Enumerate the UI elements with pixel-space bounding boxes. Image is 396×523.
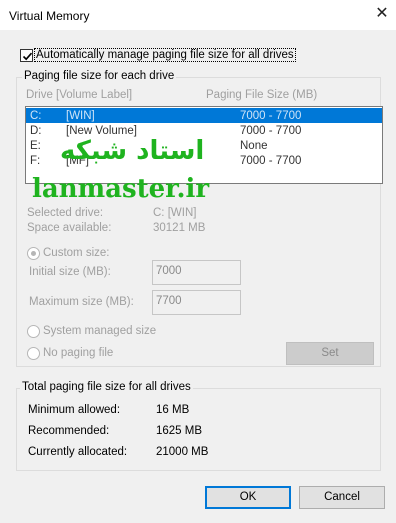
initial-size-value: 7000 (156, 265, 182, 277)
initial-size-input[interactable]: 7000 (152, 260, 241, 285)
drive-row-c-letter: C: (30, 110, 42, 122)
auto-manage-label: Automatically manage paging file size fo… (36, 49, 294, 61)
system-managed-label: System managed size (43, 325, 157, 337)
no-paging-label: No paging file (43, 347, 114, 359)
selected-drive-value: C: [WIN] (153, 207, 197, 219)
ok-button-label: OK (239, 491, 257, 503)
selected-drive-label: Selected drive: (27, 207, 104, 219)
minimum-allowed-label: Minimum allowed: (28, 404, 121, 416)
set-button[interactable]: Set (286, 342, 374, 365)
checkmark-icon (22, 52, 33, 61)
recommended-label: Recommended: (28, 425, 110, 437)
drive-row-f-letter[interactable]: F: (30, 155, 40, 167)
paging-group-label: Paging file size for each drive (22, 70, 177, 82)
minimum-allowed-value: 16 MB (156, 404, 190, 416)
cancel-button[interactable]: Cancel (299, 486, 385, 509)
column-header-size: Paging File Size (MB) (206, 89, 318, 101)
column-header-drive: Drive [Volume Label] (26, 89, 133, 101)
close-icon[interactable]: ✕ (374, 5, 390, 23)
initial-size-label: Initial size (MB): (29, 266, 111, 278)
drive-row-e-size: None (240, 140, 268, 152)
watermark-persian: استاد شبکه (60, 136, 205, 166)
ok-button[interactable]: OK (205, 486, 291, 509)
drive-row-c-size: 7000 - 7700 (240, 110, 302, 122)
recommended-value: 1625 MB (156, 425, 203, 437)
currently-allocated-label: Currently allocated: (28, 446, 128, 458)
radio-selected-dot (31, 251, 36, 256)
drive-row-d-letter[interactable]: D: (30, 125, 42, 137)
max-size-label: Maximum size (MB): (29, 296, 134, 308)
custom-size-label: Custom size: (43, 247, 110, 259)
cancel-button-label: Cancel (324, 491, 360, 503)
max-size-input[interactable]: 7700 (152, 290, 241, 315)
no-paging-radio[interactable] (27, 347, 40, 360)
auto-manage-label-wrap[interactable]: Automatically manage paging file size fo… (34, 48, 296, 62)
space-available-value: 30121 MB (153, 222, 206, 234)
max-size-value: 7700 (156, 295, 182, 307)
watermark-english: lanmaster.ir (32, 174, 210, 204)
drive-row-f-size: 7000 - 7700 (240, 155, 302, 167)
auto-manage-checkbox[interactable] (20, 49, 33, 62)
drive-row-e-letter[interactable]: E: (30, 140, 41, 152)
custom-size-radio[interactable] (27, 247, 40, 260)
system-managed-radio[interactable] (27, 325, 40, 338)
drive-row-c-label: [WIN] (66, 110, 95, 122)
drive-row-d-size: 7000 - 7700 (240, 125, 302, 137)
window-title: Virtual Memory (9, 9, 90, 23)
set-button-label: Set (321, 347, 339, 359)
currently-allocated-value: 21000 MB (156, 446, 209, 458)
space-available-label: Space available: (27, 222, 112, 234)
totals-group-label: Total paging file size for all drives (20, 381, 193, 393)
